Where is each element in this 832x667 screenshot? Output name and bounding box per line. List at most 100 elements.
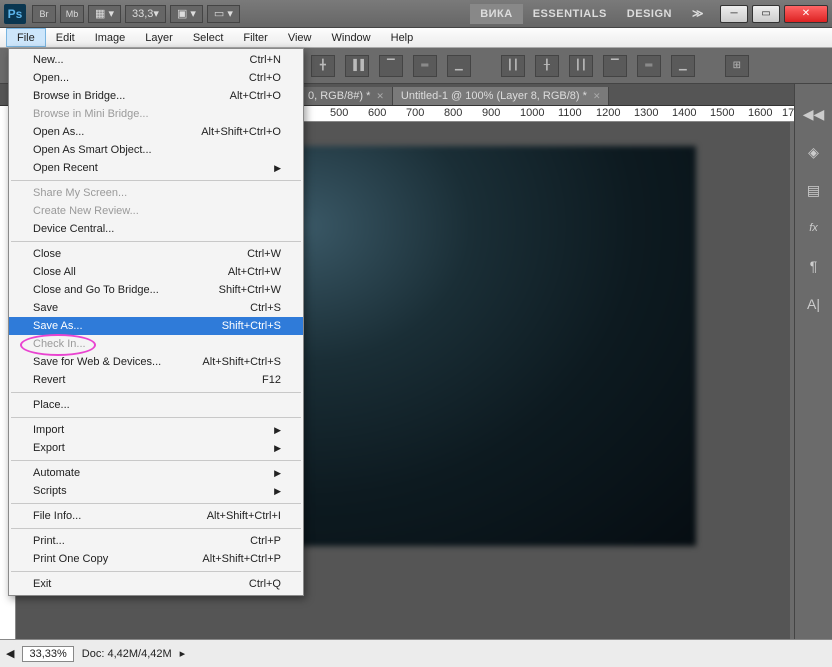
menu-help[interactable]: Help <box>381 28 424 47</box>
menu-item-label: Open... <box>33 72 69 84</box>
character-panel-icon[interactable]: A| <box>804 294 824 314</box>
menu-item-check-in: Check In... <box>9 335 303 353</box>
distribute-center-v-icon[interactable]: ═ <box>637 55 661 77</box>
menu-view[interactable]: View <box>278 28 322 47</box>
submenu-arrow-icon: ▶ <box>274 468 281 479</box>
app-logo: Ps <box>4 4 26 24</box>
zoom-field[interactable]: 33,33% <box>22 646 73 662</box>
menu-item-label: Print... <box>33 535 65 547</box>
expand-panel-icon[interactable]: ◀◀ <box>804 104 824 124</box>
view-layout-dropdown[interactable]: ▦ ▾ <box>88 5 121 23</box>
menu-item-label: Save As... <box>33 320 83 332</box>
submenu-arrow-icon: ▶ <box>274 163 281 174</box>
menu-item-export[interactable]: Export▶ <box>9 439 303 457</box>
menu-item-revert[interactable]: RevertF12 <box>9 371 303 389</box>
menu-item-shortcut: Alt+Ctrl+W <box>228 266 281 278</box>
menu-select[interactable]: Select <box>183 28 234 47</box>
fx-panel-icon[interactable]: fx <box>804 218 824 238</box>
menu-item-label: Place... <box>33 399 70 411</box>
menu-image[interactable]: Image <box>85 28 136 47</box>
doc-info-arrow-icon[interactable]: ▸ <box>180 647 186 660</box>
submenu-arrow-icon: ▶ <box>274 486 281 497</box>
menu-item-open-as-smart-object[interactable]: Open As Smart Object... <box>9 141 303 159</box>
menu-item-exit[interactable]: Exit Ctrl+Q <box>9 575 303 593</box>
menu-item-open[interactable]: Open...Ctrl+O <box>9 69 303 87</box>
menu-item-shortcut: Alt+Shift+Ctrl+P <box>202 553 281 565</box>
file-menu-dropdown: New...Ctrl+NOpen...Ctrl+OBrowse in Bridg… <box>8 48 304 596</box>
menu-item-file-info[interactable]: File Info...Alt+Shift+Ctrl+I <box>9 507 303 525</box>
menu-item-create-new-review: Create New Review... <box>9 202 303 220</box>
distribute-right-icon[interactable]: ┃┃ <box>569 55 593 77</box>
menu-item-import[interactable]: Import▶ <box>9 421 303 439</box>
menu-item-open-as[interactable]: Open As...Alt+Shift+Ctrl+O <box>9 123 303 141</box>
menu-item-label: File Info... <box>33 510 81 522</box>
menu-item-print[interactable]: Print...Ctrl+P <box>9 532 303 550</box>
align-right-icon[interactable]: ▐▐ <box>345 55 369 77</box>
adjustments-panel-icon[interactable]: ▤ <box>804 180 824 200</box>
menu-separator <box>11 180 301 181</box>
doc-tab-2[interactable]: Untitled-1 @ 100% (Layer 8, RGB/8) *✕ <box>393 87 610 105</box>
menu-item-open-recent[interactable]: Open Recent▶ <box>9 159 303 177</box>
menu-layer[interactable]: Layer <box>135 28 183 47</box>
submenu-arrow-icon: ▶ <box>274 443 281 454</box>
menu-item-label: Exit <box>33 578 51 590</box>
screenmode-dropdown[interactable]: ▭ ▾ <box>207 5 240 23</box>
close-button[interactable]: ✕ <box>784 5 828 23</box>
layers-panel-icon[interactable]: ◈ <box>804 142 824 162</box>
menu-window[interactable]: Window <box>322 28 381 47</box>
distribute-left-icon[interactable]: ┃┃ <box>501 55 525 77</box>
menu-item-save-for-web-devices[interactable]: Save for Web & Devices...Alt+Shift+Ctrl+… <box>9 353 303 371</box>
menu-bar: File Edit Image Layer Select Filter View… <box>0 28 832 48</box>
minibridge-button[interactable]: Mb <box>60 5 84 23</box>
menu-file[interactable]: File <box>6 28 46 47</box>
maximize-button[interactable]: ▭ <box>752 5 780 23</box>
menu-separator <box>11 528 301 529</box>
menu-item-close[interactable]: CloseCtrl+W <box>9 245 303 263</box>
align-center-h-icon[interactable]: ╋ <box>311 55 335 77</box>
menu-item-print-one-copy[interactable]: Print One CopyAlt+Shift+Ctrl+P <box>9 550 303 568</box>
menu-separator <box>11 241 301 242</box>
menu-item-scripts[interactable]: Scripts▶ <box>9 482 303 500</box>
workspace-vika[interactable]: ВИКА <box>470 4 523 24</box>
menu-item-shortcut: Shift+Ctrl+S <box>222 320 281 332</box>
scroll-left-icon[interactable]: ◀ <box>6 647 14 660</box>
bridge-button[interactable]: Br <box>32 5 56 23</box>
menu-item-close-and-go-to-bridge[interactable]: Close and Go To Bridge...Shift+Ctrl+W <box>9 281 303 299</box>
doc-tab-1[interactable]: 0, RGB/8#) *✕ <box>300 87 393 105</box>
menu-item-label: Save <box>33 302 58 314</box>
align-bottom-icon[interactable]: ▁ <box>447 55 471 77</box>
menu-item-save-as[interactable]: Save As... Shift+Ctrl+S <box>9 317 303 335</box>
distribute-center-h-icon[interactable]: ╂ <box>535 55 559 77</box>
align-center-v-icon[interactable]: ═ <box>413 55 437 77</box>
close-icon[interactable]: ✕ <box>376 91 384 102</box>
menu-item-shortcut: Ctrl+Q <box>249 578 281 590</box>
menu-item-new[interactable]: New...Ctrl+N <box>9 51 303 69</box>
workspace-more[interactable]: ≫ <box>682 3 714 24</box>
paragraph-panel-icon[interactable]: ¶ <box>804 256 824 276</box>
menu-item-place[interactable]: Place... <box>9 396 303 414</box>
menu-separator <box>11 392 301 393</box>
distribute-bottom-icon[interactable]: ▁ <box>671 55 695 77</box>
workspace-essentials[interactable]: ESSENTIALS <box>523 4 617 24</box>
workspace-design[interactable]: DESIGN <box>617 4 682 24</box>
align-top-icon[interactable]: ▔ <box>379 55 403 77</box>
arrange-dropdown[interactable]: ▣ ▾ <box>170 5 203 23</box>
menu-item-save[interactable]: SaveCtrl+S <box>9 299 303 317</box>
auto-align-icon[interactable]: ⊞ <box>725 55 749 77</box>
minimize-button[interactable]: ─ <box>720 5 748 23</box>
menu-item-browse-in-bridge[interactable]: Browse in Bridge...Alt+Ctrl+O <box>9 87 303 105</box>
menu-item-share-my-screen: Share My Screen... <box>9 184 303 202</box>
menu-filter[interactable]: Filter <box>233 28 277 47</box>
menu-item-device-central[interactable]: Device Central... <box>9 220 303 238</box>
menu-item-label: Automate <box>33 467 80 479</box>
menu-edit[interactable]: Edit <box>46 28 85 47</box>
menu-separator <box>11 417 301 418</box>
menu-item-close-all[interactable]: Close AllAlt+Ctrl+W <box>9 263 303 281</box>
menu-item-label: Check In... <box>33 338 86 350</box>
menu-item-automate[interactable]: Automate ▶ <box>9 464 303 482</box>
menu-separator <box>11 571 301 572</box>
menu-item-label: Create New Review... <box>33 205 139 217</box>
zoom-level-dropdown[interactable]: 33,3 ▾ <box>125 5 166 23</box>
close-icon[interactable]: ✕ <box>593 91 601 102</box>
distribute-top-icon[interactable]: ▔ <box>603 55 627 77</box>
